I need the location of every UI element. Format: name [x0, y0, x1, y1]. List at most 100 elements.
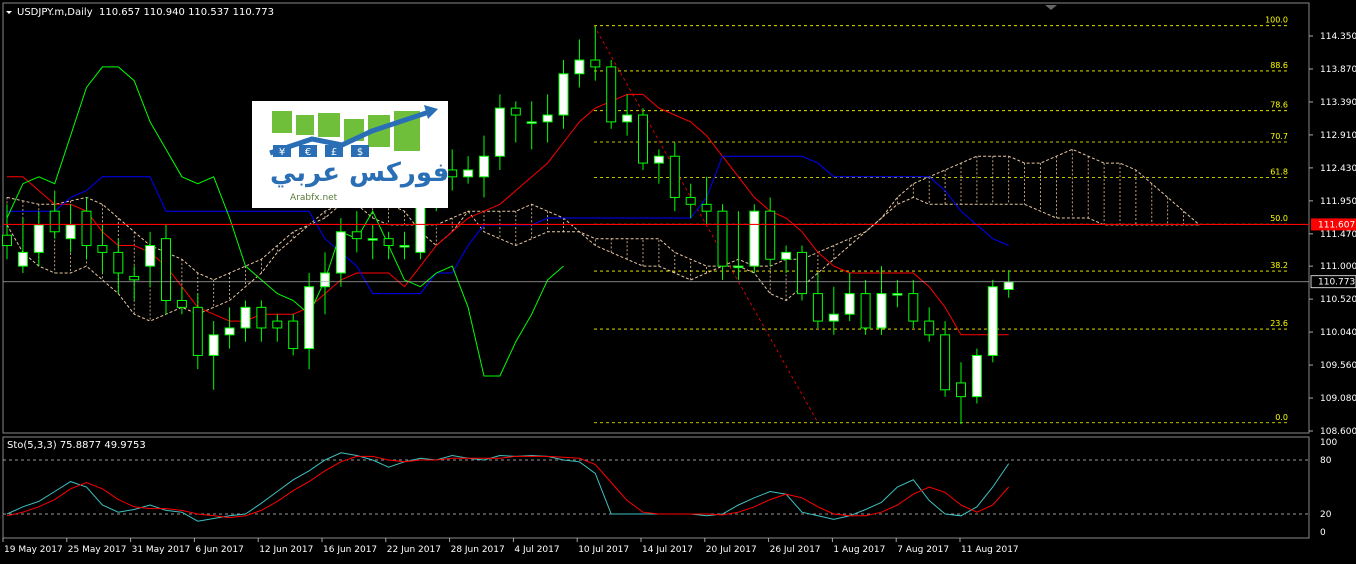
bear-candle	[161, 238, 171, 301]
price-tick-label: 111.470	[1320, 230, 1356, 240]
bull-candle	[304, 286, 315, 350]
bull-candle	[971, 354, 982, 398]
bull-candle	[526, 121, 537, 124]
time-axis: 19 May 2017 25 May 2017 31 May 2017 6 Jun 2…	[2, 538, 1019, 555]
time-tick-label: 31 May 2017	[132, 545, 191, 555]
price-tick-label: 109.080	[1320, 394, 1356, 404]
time-tick-label: 4 Jul 2017	[514, 545, 559, 555]
time-tick-label: 16 Jun 2017	[323, 545, 377, 555]
price-tick-label: 112.430	[1320, 164, 1356, 174]
bull-candle	[320, 272, 330, 288]
time-tick-label: 25 May 2017	[68, 545, 127, 555]
time-tick-label: 19 May 2017	[4, 545, 63, 555]
bear-candle	[940, 334, 951, 391]
bear-candle	[351, 231, 362, 240]
bull-candle	[494, 107, 505, 157]
bull-candle	[876, 293, 887, 329]
bull-candle	[65, 224, 76, 240]
time-tick-label: 12 Jun 2017	[259, 545, 313, 555]
bull-candle	[892, 293, 903, 296]
stochastic-oscillator: 100 80 20 0	[3, 438, 1337, 538]
bull-candle	[1003, 281, 1014, 290]
bull-candle	[208, 334, 219, 356]
fib-level-label: 38.2	[1270, 261, 1288, 270]
symbol-label: USDJPY.m,Daily	[17, 7, 93, 18]
bear-candle	[113, 251, 124, 274]
stoch-axis-label: 20	[1320, 510, 1332, 520]
bull-candle	[987, 286, 998, 356]
time-tick-label: 1 Aug 2017	[833, 545, 885, 555]
logo-coin-letter: €	[305, 147, 311, 158]
logo-coin-letter: £	[331, 147, 337, 158]
symbol-menu-icon[interactable]	[6, 11, 12, 14]
time-tick-label: 20 Jul 2017	[706, 545, 757, 555]
fib-level-label: 88.6	[1270, 61, 1288, 70]
price-tick-label: 109.560	[1320, 361, 1356, 371]
logo-coin-letter: ¥	[279, 147, 285, 158]
fib-level-label: 23.6	[1270, 319, 1288, 328]
chart-window[interactable]: 100.0 88.6 78.6 70.7 61.8 50.0 38.2 23.6 0.0 114…	[0, 0, 1356, 564]
stoch-axis-label: 0	[1320, 528, 1326, 538]
price-tick-label: 114.350	[1320, 32, 1356, 42]
ichimoku-cloud	[6, 148, 1200, 322]
bear-candle	[908, 293, 919, 322]
bear-candle	[924, 320, 935, 336]
price-tick-label: 110.040	[1320, 328, 1356, 338]
bear-candle	[81, 210, 92, 247]
logo-url-text: Arabfx.net	[290, 193, 338, 203]
logo-arabic-text: فوركس عربي	[270, 158, 450, 188]
bull-candle	[844, 293, 855, 315]
shift-marker-icon[interactable]	[1045, 5, 1057, 10]
fib-level-label: 0.0	[1275, 413, 1288, 422]
bull-candle	[733, 265, 744, 269]
time-tick-label: 6 Jun 2017	[195, 545, 243, 555]
fib-level-label: 70.7	[1270, 132, 1288, 141]
bear-candle	[49, 210, 60, 233]
time-tick-label: 14 Jul 2017	[642, 545, 693, 555]
bear-candle	[288, 320, 299, 350]
bull-candle	[479, 155, 489, 178]
fib-level-label: 78.6	[1270, 101, 1288, 110]
price-tick-label: 108.600	[1320, 427, 1356, 437]
price-tick-label: 113.870	[1320, 65, 1356, 75]
price-tick-label: 111.000	[1320, 262, 1356, 272]
price-axis: 114.350 113.870 113.390 112.910 112.430 111.9…	[1309, 32, 1356, 437]
bear-candle	[97, 245, 108, 253]
logo-coin-letter: $	[357, 147, 363, 158]
bull-candle	[653, 155, 664, 164]
bull-candle	[367, 238, 378, 241]
stoch-axis-label: 80	[1320, 456, 1332, 466]
bear-candle	[272, 320, 283, 329]
bull-candle	[224, 327, 235, 336]
stoch-signal-line	[6, 455, 1010, 519]
bull-candle	[335, 231, 346, 274]
fib-level-label: 50.0	[1270, 214, 1288, 223]
oscillator-label: Sto(5,3,3) 75.8877 49.9753	[7, 440, 146, 451]
logo-graphic-icon: ¥ € £ $	[269, 105, 438, 158]
time-tick-label: 22 Jun 2017	[387, 545, 441, 555]
oscillator-panel-frame	[2, 436, 1310, 539]
bear-candle	[383, 238, 394, 247]
bear-candle	[590, 59, 601, 68]
time-tick-label: 11 Aug 2017	[961, 545, 1019, 555]
bull-candle	[749, 210, 760, 267]
bear-candle	[510, 107, 521, 116]
bear-candle	[192, 306, 203, 356]
bear-candle	[2, 234, 12, 247]
chart-canvas[interactable]: 100.0 88.6 78.6 70.7 61.8 50.0 38.2 23.6 0.0 114…	[0, 0, 1356, 564]
bear-candle	[669, 155, 680, 198]
horizontal-lines[interactable]	[3, 223, 1309, 283]
bear-candle	[606, 66, 617, 123]
bear-candle	[256, 306, 267, 329]
bear-candle	[956, 382, 966, 398]
bull-candle	[240, 306, 251, 329]
time-tick-label: 26 Jul 2017	[770, 545, 821, 555]
bull-candle	[542, 114, 553, 123]
stoch-main-line	[6, 452, 1010, 522]
time-tick-label: 10 Jul 2017	[578, 545, 629, 555]
bear-candle	[638, 114, 648, 164]
bull-candle	[574, 59, 585, 75]
bear-candle	[765, 210, 776, 260]
time-tick-label: 28 Jun 2017	[451, 545, 505, 555]
current-price-label: 110.773	[1318, 278, 1355, 288]
